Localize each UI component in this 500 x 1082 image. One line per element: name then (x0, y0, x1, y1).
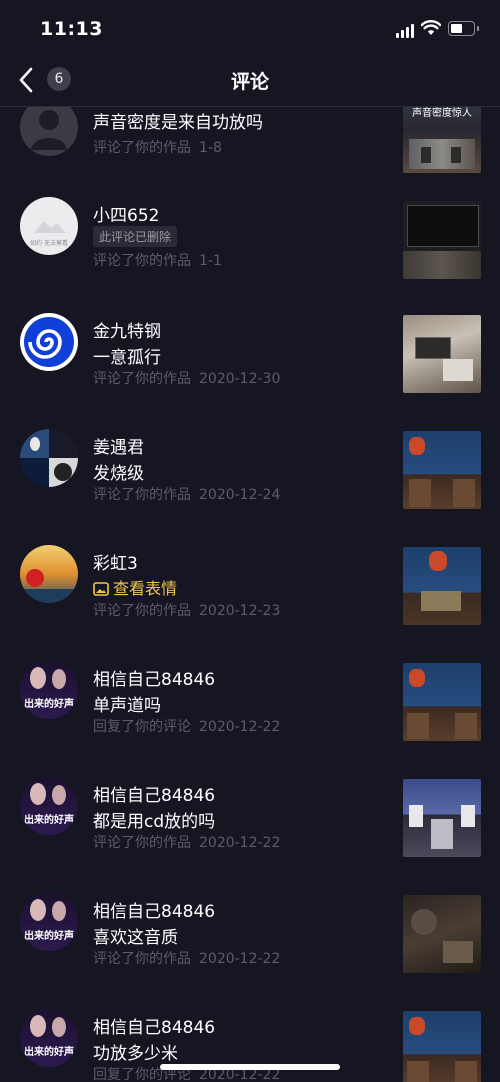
comment-meta: 评论了你的作品 1-1 (93, 250, 222, 270)
list-item[interactable]: 出来的好声 相信自己84846 单声道吗 回复了你的评论 2020-12-22 (0, 655, 500, 771)
comment-date: 2020-12-22 (199, 951, 281, 967)
comment-date: 1-8 (199, 140, 222, 156)
default-user-icon (31, 110, 67, 150)
avatar[interactable]: 出来的好声 (20, 661, 78, 719)
view-emoji-link[interactable]: 查看表情 (93, 575, 177, 599)
thumbnail-caption: 声音密度惊人 (412, 108, 472, 119)
avatar-text: 如约 无法莫看 (30, 240, 68, 247)
action-text: 评论了你的作品 (93, 140, 191, 156)
list-item[interactable]: 彩虹3 查看表情 评论了你的作品 2020-12-23 (0, 539, 500, 655)
home-indicator[interactable] (160, 1064, 340, 1070)
comment-date: 2020-12-22 (199, 835, 281, 851)
comment-list[interactable]: 声音密度是来自功放吗 评论了你的作品 1-8 声音密度惊人 如约 无法莫看 小四6… (0, 107, 500, 1082)
list-item[interactable]: 出来的好声 相信自己84846 功放多少米 回复了你的评论 2020-12-22 (0, 1003, 500, 1082)
nickname[interactable]: 相信自己84846 (93, 781, 215, 806)
comment-text: 喜欢这音质 (93, 928, 178, 948)
avatar-text: 出来的好声 (24, 931, 74, 942)
image-icon (93, 582, 109, 596)
avatar[interactable]: 如约 无法莫看 (20, 197, 78, 255)
status-time: 11:13 (40, 18, 103, 40)
avatar[interactable]: 出来的好声 (20, 1009, 78, 1067)
list-item[interactable]: 出来的好声 相信自己84846 喜欢这音质 评论了你的作品 2020-12-22 (0, 887, 500, 1003)
comment-meta: 评论了你的作品 2020-12-24 (93, 484, 280, 504)
wifi-icon (421, 20, 441, 35)
comment-text: 发烧级 (93, 464, 144, 484)
nickname[interactable]: 金九特钢 (93, 317, 161, 342)
list-item[interactable]: 姜遇君 发烧级 评论了你的作品 2020-12-24 (0, 423, 500, 539)
action-text: 回复了你的评论 (93, 719, 191, 735)
comment-meta: 回复了你的评论 2020-12-22 (93, 716, 280, 736)
action-text: 评论了你的作品 (93, 835, 191, 851)
video-thumbnail[interactable]: 声音密度惊人 (403, 107, 481, 173)
comment-text: 都是用cd放的吗 (93, 812, 216, 832)
battery-icon (448, 21, 479, 36)
spiral-logo-icon (24, 317, 74, 367)
list-item[interactable]: 出来的好声 相信自己84846 都是用cd放的吗 评论了你的作品 2020-12-… (0, 771, 500, 887)
avatar[interactable]: 出来的好声 (20, 777, 78, 835)
status-bar: 11:13 (0, 0, 500, 56)
action-text: 评论了你的作品 (93, 603, 191, 619)
comment-meta: 评论了你的作品 2020-12-22 (93, 948, 280, 968)
comment-date: 2020-12-30 (199, 371, 281, 387)
nickname[interactable]: 相信自己84846 (93, 665, 215, 690)
list-item[interactable]: 声音密度是来自功放吗 评论了你的作品 1-8 声音密度惊人 (0, 107, 500, 191)
avatar[interactable] (20, 545, 78, 603)
page-title: 评论 (230, 71, 269, 93)
nickname[interactable]: 彩虹3 (93, 549, 138, 574)
comment-text: 声音密度是来自功放吗 (93, 113, 263, 133)
action-text: 评论了你的作品 (93, 951, 191, 967)
action-text: 评论了你的作品 (93, 253, 191, 269)
nickname[interactable]: 相信自己84846 (93, 897, 215, 922)
comment-meta: 评论了你的作品 2020-12-22 (93, 832, 280, 852)
view-emoji-label: 查看表情 (113, 579, 178, 598)
cellular-signal-icon (396, 24, 414, 38)
comment-date: 2020-12-23 (199, 603, 281, 619)
action-text: 评论了你的作品 (93, 371, 191, 387)
avatar-text: 出来的好声 (24, 1047, 74, 1058)
comment-text: 功放多少米 (93, 1044, 178, 1064)
comment-meta: 评论了你的作品 1-8 (93, 137, 222, 157)
avatar-text: 出来的好声 (24, 699, 74, 710)
video-thumbnail[interactable] (403, 201, 481, 279)
video-thumbnail[interactable] (403, 779, 481, 857)
deleted-comment-label: 此评论已删除 (93, 226, 178, 247)
video-thumbnail[interactable] (403, 1011, 481, 1082)
avatar-text: 出来的好声 (24, 815, 74, 826)
list-item[interactable]: 如约 无法莫看 小四652 此评论已删除 评论了你的作品 1-1 (0, 191, 500, 307)
video-thumbnail[interactable] (403, 663, 481, 741)
nickname[interactable]: 小四652 (93, 201, 159, 226)
video-thumbnail[interactable] (403, 431, 481, 509)
comment-meta: 评论了你的作品 2020-12-30 (93, 368, 280, 388)
avatar[interactable]: 出来的好声 (20, 893, 78, 951)
nickname[interactable]: 相信自己84846 (93, 1013, 215, 1038)
avatar[interactable] (20, 107, 78, 156)
comment-text: 一意孤行 (93, 348, 161, 368)
avatar[interactable] (20, 429, 78, 487)
list-item[interactable]: 金九特钢 一意孤行 评论了你的作品 2020-12-30 (0, 307, 500, 423)
comment-date: 2020-12-22 (199, 719, 281, 735)
nav-bar: 6 评论 (0, 56, 500, 107)
comment-date: 1-1 (199, 253, 222, 269)
video-thumbnail[interactable] (403, 895, 481, 973)
video-thumbnail[interactable] (403, 547, 481, 625)
comment-text: 单声道吗 (93, 696, 161, 716)
video-thumbnail[interactable] (403, 315, 481, 393)
comment-date: 2020-12-24 (199, 487, 281, 503)
avatar[interactable] (20, 313, 78, 371)
nickname[interactable]: 姜遇君 (93, 433, 144, 458)
action-text: 评论了你的作品 (93, 487, 191, 503)
comment-meta: 评论了你的作品 2020-12-23 (93, 600, 280, 620)
